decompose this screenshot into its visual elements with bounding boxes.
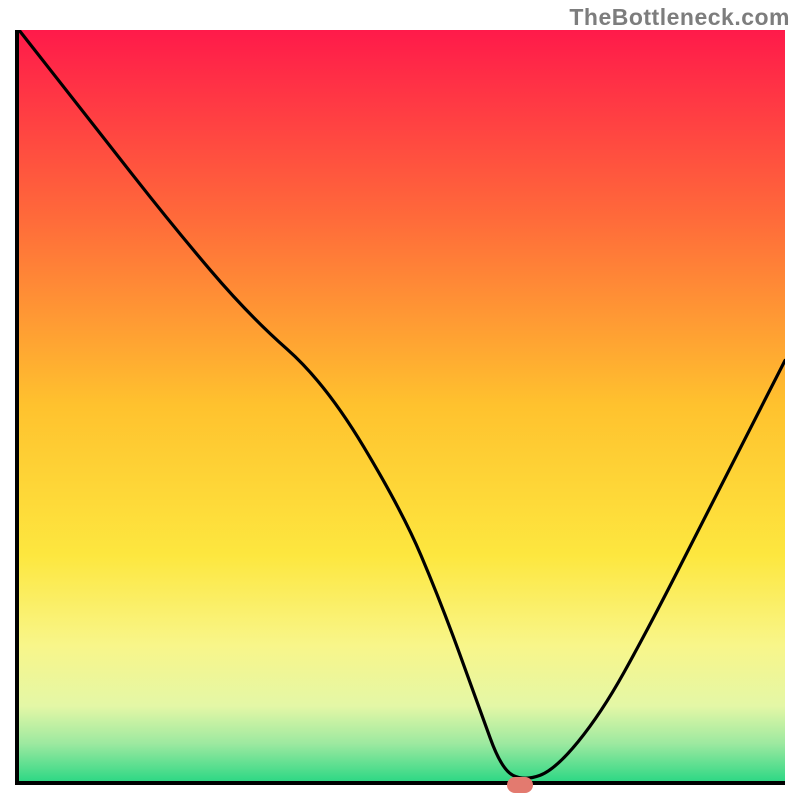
optimal-marker (507, 777, 533, 793)
watermark-text: TheBottleneck.com (569, 4, 790, 31)
chart-plot-area (15, 30, 785, 785)
gradient-background (19, 30, 785, 781)
bottleneck-chart-svg (19, 30, 785, 781)
